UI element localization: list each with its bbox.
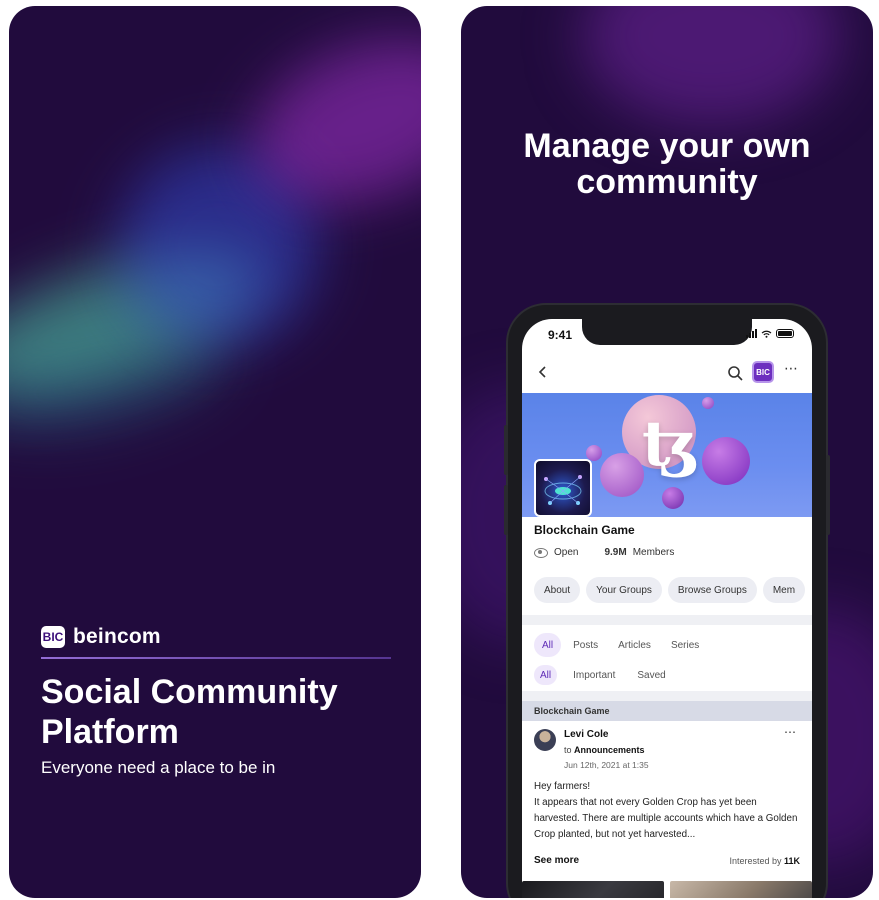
chip-about[interactable]: About [534,577,581,603]
chip-your-groups[interactable]: Your Groups [586,577,662,603]
phone-button [826,455,830,535]
interested-prefix: Interested by [729,856,782,866]
chip-browse-groups[interactable]: Browse Groups [667,577,757,603]
group-meta: Open 9.9M Members [534,547,674,558]
wifi-icon [761,330,772,338]
top-nav: BIC ⋯ [522,353,812,393]
phone-notch [582,319,752,345]
more-icon[interactable]: ⋯ [784,361,798,377]
post-group-label: Blockchain Game [522,701,812,721]
filter-important[interactable]: Important [567,665,621,685]
tab-articles[interactable]: Articles [610,633,659,657]
chip-members[interactable]: Mem [762,577,806,603]
post-more-icon[interactable]: ⋯ [784,725,796,739]
filter-all[interactable]: All [534,665,558,685]
search-icon[interactable] [727,365,743,381]
signal-icon [746,329,757,338]
eye-icon [534,547,548,558]
panel-title: Manage your own community [523,127,811,201]
right-promo-panel: Manage your own community 9:41 BIC ⋯ ꜩ B… [461,6,873,898]
interested-number: 11K [783,856,800,866]
left-promo-panel: BIC beincom Social Community Platform Ev… [9,6,421,898]
post-author[interactable]: Levi Cole [564,729,608,740]
see-more-link[interactable]: See more [534,855,579,866]
sphere-shape [702,397,714,409]
tezos-logo-icon: ꜩ [642,407,699,480]
status-time: 9:41 [548,328,573,342]
battery-icon [776,329,794,338]
member-count: 9.9M [604,547,627,558]
hero-title: Social Community Platform [41,673,338,751]
phone-button [504,425,508,475]
interested-count: Interested by 11K [729,856,800,866]
post-to-target[interactable]: Announcements [574,745,645,755]
post-image-thumbnail[interactable] [670,881,812,898]
hero-subtitle: Everyone need a place to be in [41,758,276,777]
tab-all[interactable]: All [534,633,562,657]
filter-tabs: All Important Saved [534,665,672,685]
phone-mockup: 9:41 BIC ⋯ ꜩ Blockchain Game Open 9.9M M… [504,303,830,898]
post-destination: to Announcements [564,745,645,755]
sphere-shape [600,453,644,497]
filter-saved[interactable]: Saved [631,665,671,685]
brand-name: beincom [73,625,161,648]
aurora-glow [581,6,841,126]
sphere-shape [702,437,750,485]
group-actions: About Your Groups Browse Groups Mem [534,577,806,603]
phone-button [504,485,508,535]
section-divider [522,691,812,701]
post-image-thumbnail[interactable] [522,881,664,898]
post-body-line: Hey farmers! [534,781,591,792]
group-privacy: Open [554,547,579,558]
bic-logo-icon: BIC [41,626,65,648]
tab-posts[interactable]: Posts [565,633,606,657]
phone-screen: 9:41 BIC ⋯ ꜩ Blockchain Game Open 9.9M M… [522,319,812,898]
brand: BIC beincom [41,625,161,649]
group-avatar[interactable] [534,459,592,517]
post-date: Jun 12th, 2021 at 1:35 [564,760,649,770]
sphere-shape [662,487,684,509]
content-tabs: All Posts Articles Series [534,633,707,657]
back-chevron-icon[interactable] [536,365,550,379]
post-body-line: It appears that not every Golden Crop ha… [534,797,798,840]
group-name: Blockchain Game [534,523,635,537]
member-label: Members [632,547,675,558]
tab-series[interactable]: Series [663,633,707,657]
status-icons [746,329,794,338]
post-body: Hey farmers! It appears that not every G… [534,779,804,843]
divider [41,657,391,659]
network-icon [544,475,582,505]
bic-avatar-button[interactable]: BIC [752,361,774,383]
post-to-prefix: to [564,745,572,755]
author-avatar[interactable] [534,729,556,751]
section-divider [522,615,812,625]
